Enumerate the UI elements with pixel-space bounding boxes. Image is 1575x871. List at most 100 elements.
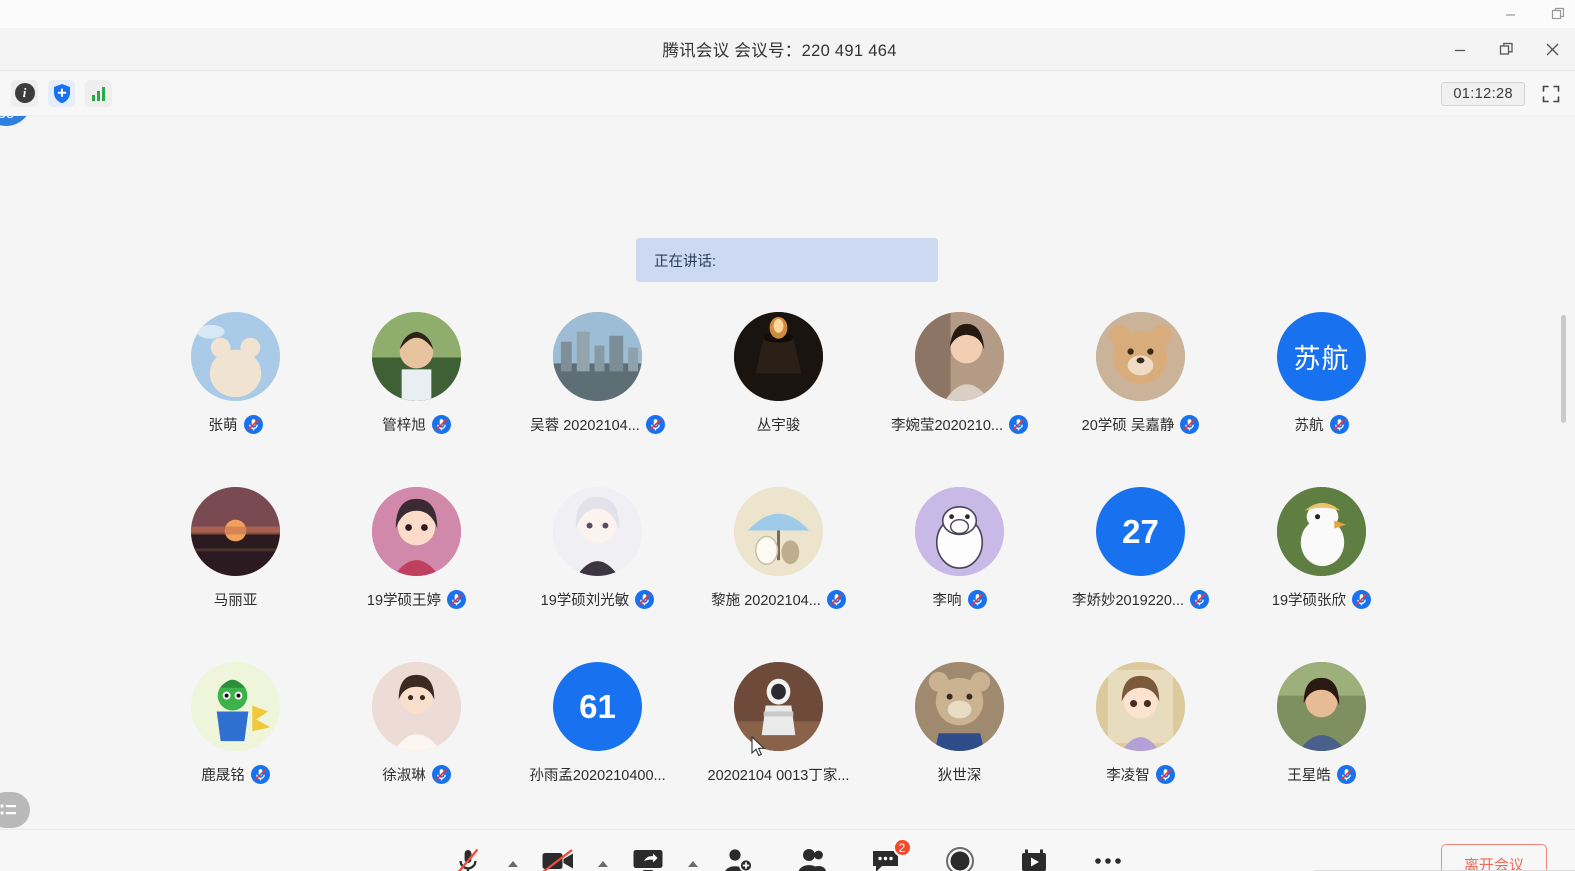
toolbar-button-share-screen[interactable]: 共享屏幕 — [611, 838, 685, 871]
participant-tile[interactable]: 李凌智 — [1050, 662, 1231, 785]
security-button[interactable] — [48, 79, 75, 107]
participant-name-row: 王星皓 — [1287, 764, 1356, 785]
chevron-up-icon — [507, 861, 518, 867]
avatar: 61 — [553, 662, 642, 751]
participant-tile[interactable]: 张萌 — [145, 312, 326, 435]
participant-tile[interactable]: 20202104 0013丁家... — [688, 662, 869, 785]
os-window-strip — [0, 0, 1575, 28]
subtoolbar-left-group: i — [0, 79, 112, 107]
participant-tile[interactable]: 管梓旭 — [326, 312, 507, 435]
record-circle-icon — [945, 844, 975, 871]
chevron-up-icon — [687, 861, 698, 867]
participant-tile[interactable]: 李婉莹2020210... — [869, 312, 1050, 435]
meeting-info-button[interactable]: i — [11, 79, 38, 107]
minimize-button[interactable] — [1437, 28, 1483, 71]
participant-name-row: 丛宇骏 — [757, 414, 801, 435]
toolbar-button-participants[interactable]: 成员(102) — [775, 838, 849, 871]
meeting-title: 腾讯会议 会议号：220 491 464 — [662, 42, 897, 60]
microphone-muted-icon — [453, 844, 483, 871]
mute-status-icon — [1155, 765, 1175, 784]
mic-muted-icon — [1329, 415, 1349, 434]
mute-status-icon — [431, 415, 451, 434]
participant-tile[interactable]: 丛宇骏 — [688, 312, 869, 435]
toolbar-caret-microphone-muted[interactable] — [505, 860, 521, 868]
notification-badge[interactable]: 35 — [0, 116, 32, 126]
participant-name: 丛宇骏 — [756, 418, 801, 434]
mute-status-icon — [1190, 590, 1210, 609]
mute-status-icon — [250, 765, 270, 784]
avatar — [553, 312, 642, 401]
avatar — [734, 662, 823, 751]
avatar — [734, 487, 823, 576]
participant-tile[interactable]: 19学硕王婷 — [326, 487, 507, 610]
maximize-button[interactable] — [1483, 28, 1529, 71]
participant-tile[interactable]: 20学硕 吴嘉静 — [1050, 312, 1231, 435]
participant-name: 20学硕 吴嘉静 — [1081, 418, 1175, 434]
avatar — [191, 312, 280, 401]
participant-name-row: 李娇妙2019220... — [1071, 589, 1210, 610]
invite-person-icon — [723, 844, 753, 871]
participant-tile[interactable]: 19学硕刘光敏 — [507, 487, 688, 610]
participant-tile[interactable]: 狄世深 — [869, 662, 1050, 785]
screen: 腾讯会议 会议号：220 491 464 i 01:12:28 正在讲话: 张萌… — [0, 0, 1575, 871]
participant-name-row: 李凌智 — [1106, 764, 1175, 785]
participant-name-row: 张萌 — [209, 414, 263, 435]
participant-name: 王星皓 — [1287, 768, 1331, 784]
participant-tile[interactable]: 苏航 苏航 — [1231, 312, 1412, 435]
participant-tile[interactable]: 李响 — [869, 487, 1050, 610]
participant-tile[interactable]: 19学硕张欣 — [1231, 487, 1412, 610]
side-panel-toggle[interactable] — [0, 792, 30, 828]
mute-status-icon — [1336, 765, 1356, 784]
mic-muted-icon — [243, 415, 263, 434]
toolbar-button-live-broadcast[interactable]: 直播 — [997, 838, 1071, 871]
mic-muted-icon — [1155, 765, 1175, 784]
toolbar-button-more-dots[interactable]: 更多 — [1071, 838, 1145, 871]
meeting-timer: 01:12:28 — [1441, 81, 1525, 106]
participant-name-row: 黎施 20202104... — [711, 589, 846, 610]
participants-icon — [797, 844, 827, 871]
os-minimize-icon[interactable] — [1499, 3, 1521, 25]
avatar — [915, 312, 1004, 401]
toolbar-button-microphone-muted[interactable]: 解除静音 — [431, 838, 505, 871]
fullscreen-button[interactable] — [1537, 80, 1565, 108]
mic-muted-icon — [1190, 590, 1210, 609]
participant-tile[interactable]: 27 李娇妙2019220... — [1050, 487, 1231, 610]
participant-name-row: 李响 — [933, 589, 987, 610]
toolbar-caret-camera-off[interactable] — [595, 860, 611, 868]
participant-tile[interactable]: 61 孙雨孟2020210400... — [507, 662, 688, 785]
mute-status-icon — [431, 765, 451, 784]
close-button[interactable] — [1529, 28, 1575, 71]
network-quality-button[interactable] — [85, 79, 112, 107]
toolbar-button-invite-person[interactable]: 邀请 — [701, 838, 775, 871]
stage-scrollbar[interactable] — [1561, 315, 1566, 423]
mic-muted-icon — [431, 765, 451, 784]
participant-name: 李娇妙2019220... — [1071, 593, 1185, 609]
participant-name-row: 徐淑琳 — [382, 764, 451, 785]
participant-name-row: 鹿晟铭 — [201, 764, 270, 785]
mic-muted-icon — [250, 765, 270, 784]
share-screen-icon — [632, 844, 664, 871]
avatar — [915, 662, 1004, 751]
participant-name-row: 李婉莹2020210... — [891, 414, 1029, 435]
toolbar-caret-share-screen[interactable] — [685, 860, 701, 868]
participant-tile[interactable]: 徐淑琳 — [326, 662, 507, 785]
mute-status-icon — [1329, 415, 1349, 434]
avatar — [553, 487, 642, 576]
participant-tile[interactable]: 王星皓 — [1231, 662, 1412, 785]
toolbar-button-camera-off[interactable]: 开启视频 — [521, 838, 595, 871]
participant-tile[interactable]: 吴蓉 20202104... — [507, 312, 688, 435]
toolbar-button-chat-bubble[interactable]: 聊天2 — [849, 838, 923, 871]
participant-name: 李响 — [932, 593, 962, 609]
participant-name-row: 苏航 — [1295, 414, 1349, 435]
participant-name: 黎施 20202104... — [711, 593, 821, 609]
chat-unread-badge: 2 — [892, 838, 912, 857]
toolbar-button-record-circle[interactable]: 录制 — [923, 838, 997, 871]
titlebar: 腾讯会议 会议号：220 491 464 — [0, 28, 1575, 71]
live-broadcast-icon — [1019, 844, 1049, 871]
mute-status-icon — [447, 590, 467, 609]
participant-tile[interactable]: 鹿晟铭 — [145, 662, 326, 785]
leave-meeting-button[interactable]: 离开会议 — [1440, 844, 1547, 871]
os-restore-icon[interactable] — [1547, 3, 1569, 25]
participant-tile[interactable]: 马丽亚 — [145, 487, 326, 610]
participant-tile[interactable]: 黎施 20202104... — [688, 487, 869, 610]
